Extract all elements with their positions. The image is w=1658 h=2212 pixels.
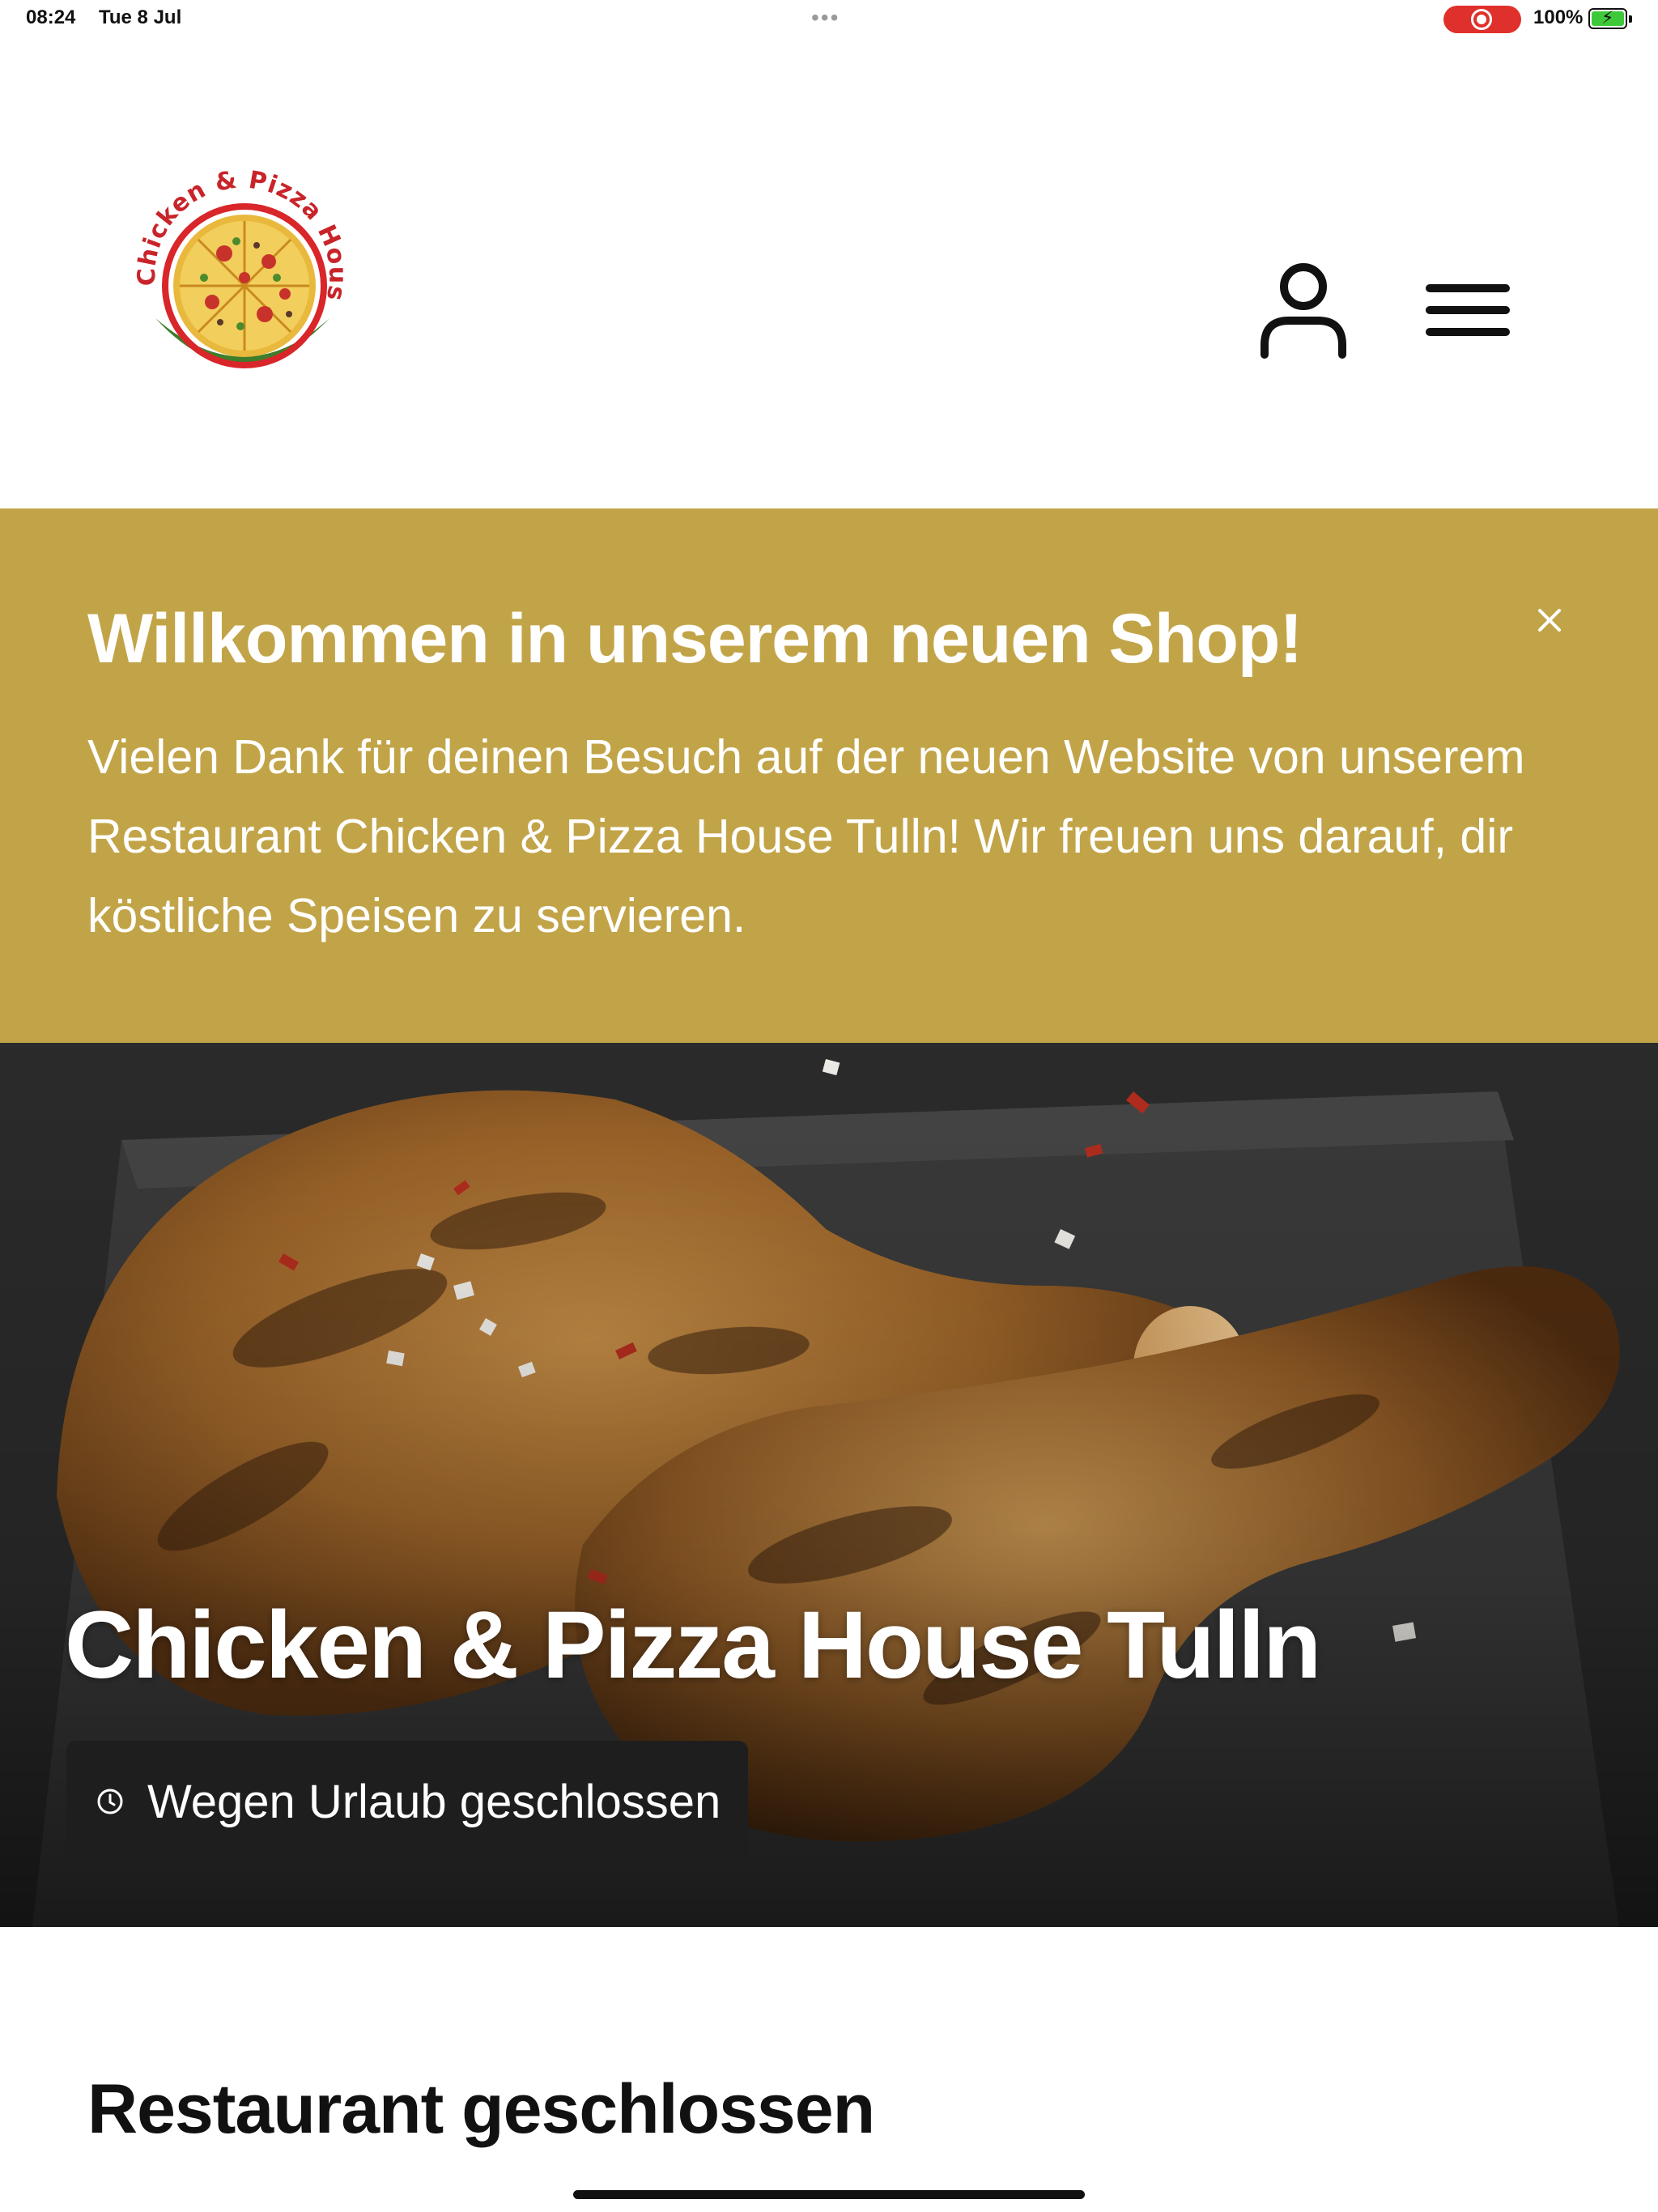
opening-status-badge: Wegen Urlaub geschlossen <box>66 1741 749 1862</box>
home-indicator[interactable] <box>573 2190 1085 2199</box>
battery-percentage: 100% <box>1533 6 1584 28</box>
banner-title: Willkommen in unserem neuen Shop! <box>87 600 1303 678</box>
banner-text: Vielen Dank für deinen Besuch auf der ne… <box>87 730 1525 942</box>
hero-title: Chicken & Pizza House Tulln <box>65 1592 1321 1699</box>
multitasking-dots-icon[interactable]: ••• <box>811 6 840 29</box>
menu-icon <box>1426 284 1510 336</box>
restaurant-logo[interactable]: Chicken & Pizza House Tulln <box>114 143 358 399</box>
status-bar: 08:24 Tue 8 Jul ••• 100% ⚡ <box>0 0 1658 39</box>
battery-icon: ⚡ <box>1588 8 1632 29</box>
menu-button[interactable] <box>1425 274 1514 347</box>
opening-status-text: Wegen Urlaub geschlossen <box>147 1775 721 1828</box>
user-icon <box>1261 263 1346 359</box>
account-button[interactable] <box>1255 257 1352 363</box>
close-icon <box>1538 609 1561 632</box>
status-time: 08:24 <box>26 6 76 28</box>
clock-icon <box>97 1789 123 1814</box>
hero-section: Chicken & Pizza House Tulln Wegen Urlaub… <box>0 1043 1658 1927</box>
welcome-banner: Willkommen in unserem neuen Shop! Vielen… <box>0 508 1658 1043</box>
site-header: Chicken & Pizza House Tulln <box>0 39 1658 508</box>
banner-close-button[interactable] <box>1528 599 1571 641</box>
status-date: Tue 8 Jul <box>99 6 182 28</box>
section-title: Restaurant geschlossen <box>87 2070 875 2148</box>
screen-recording-icon <box>1443 6 1521 33</box>
